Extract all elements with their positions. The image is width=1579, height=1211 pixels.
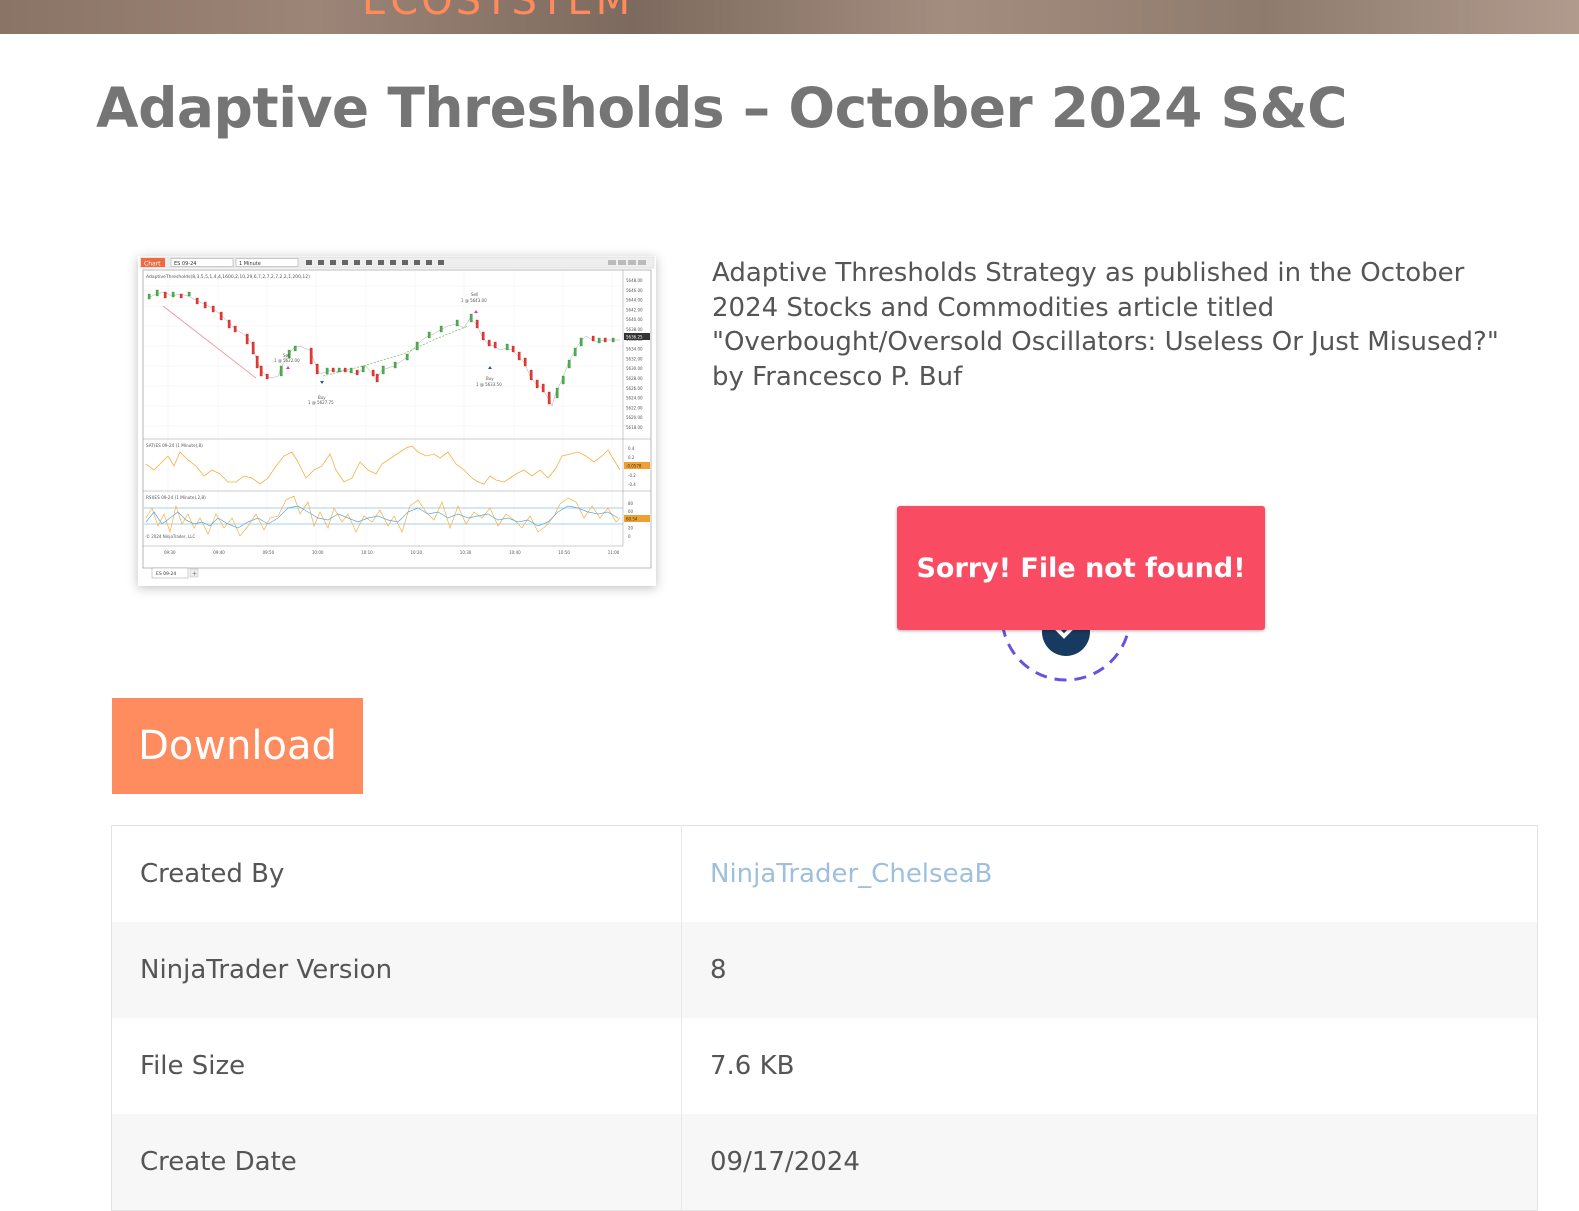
price-panel-label: AdaptiveThresholds(8,3,5,5,1,4,4,1600,2,… bbox=[146, 274, 310, 280]
rsi-axis-tick: 60 bbox=[628, 509, 634, 514]
file-size-label: File Size bbox=[111, 1018, 682, 1114]
price-axis-tick: 5624.00 bbox=[626, 396, 643, 401]
price-axis-tick: 5620.00 bbox=[626, 415, 643, 420]
script-description: Adaptive Thresholds Strategy as publishe… bbox=[712, 258, 1499, 392]
time-axis-tick: 10:20 bbox=[411, 550, 423, 555]
price-axis-tick: 5638.00 bbox=[626, 327, 643, 332]
toast-message: Sorry! File not found! bbox=[916, 552, 1246, 584]
version-label: NinjaTrader Version bbox=[111, 922, 682, 1018]
price-axis-tick: 5626.00 bbox=[626, 386, 643, 391]
rsi-axis-tick: 80 bbox=[628, 501, 634, 506]
download-button[interactable]: Download bbox=[112, 698, 363, 794]
sell-marker-2-value: 1 @ 5643.00 bbox=[461, 298, 487, 303]
chart-screenshot-thumbnail[interactable]: Chart ES 09-24 1 Minute AdaptiveThreshol… bbox=[138, 256, 656, 586]
create-date-label: Create Date bbox=[111, 1114, 682, 1211]
rsi-panel-label: RSI(ES 09-24 (1 Minute),2,8) bbox=[146, 495, 206, 500]
price-axis-tick: 5618.00 bbox=[626, 425, 643, 430]
current-price-marker: 5636.25 bbox=[626, 335, 643, 340]
price-axis-tick: 5634.00 bbox=[626, 347, 643, 352]
time-axis-tick: 10:30 bbox=[460, 550, 472, 555]
site-header-banner: ECOSYSTEM bbox=[0, 0, 1579, 34]
time-axis-tick: 10:10 bbox=[361, 550, 373, 555]
sell-marker-2-label: Sell bbox=[471, 292, 478, 297]
version-value: 8 bbox=[681, 922, 1538, 1018]
sat-current-value: -0.0578 bbox=[626, 464, 642, 469]
svg-text:+: + bbox=[192, 571, 197, 578]
time-axis-tick: 10:00 bbox=[312, 550, 324, 555]
sell-marker-1-value: 1 @ 5622.00 bbox=[274, 358, 300, 363]
time-axis-tick: 09:30 bbox=[164, 550, 176, 555]
price-axis-tick: 5640.00 bbox=[626, 317, 643, 322]
price-axis-tick: 5622.00 bbox=[626, 405, 643, 410]
file-details-table: Created By NinjaTrader_ChelseaB NinjaTra… bbox=[111, 825, 1538, 1211]
buy-marker-2-value: 1 @ 5633.50 bbox=[476, 382, 502, 387]
create-date-value: 09/17/2024 bbox=[681, 1114, 1538, 1211]
price-axis-tick: 5628.00 bbox=[626, 376, 643, 381]
chart-copyright: © 2024 NinjaTrader, LLC bbox=[146, 534, 196, 539]
file-size-value: 7.6 KB bbox=[710, 1051, 795, 1081]
sat-axis-tick: 0.2 bbox=[628, 455, 635, 460]
table-row: Created By NinjaTrader_ChelseaB bbox=[111, 825, 1538, 923]
price-axis-tick: 5646.00 bbox=[626, 288, 643, 293]
sat-axis-tick: -0.2 bbox=[628, 473, 636, 478]
instrument-select: ES 09-24 bbox=[174, 261, 196, 267]
table-row: NinjaTrader Version 8 bbox=[111, 922, 1538, 1018]
buy-marker-2-label: Buy bbox=[486, 376, 494, 381]
author-link[interactable]: NinjaTrader_ChelseaB bbox=[710, 859, 992, 889]
created-by-label: Created By bbox=[111, 825, 682, 922]
buy-marker-1-value: 1 @ 5627.75 bbox=[308, 400, 334, 405]
sat-axis-tick: 0.4 bbox=[628, 446, 635, 451]
chart-tab-label: Chart bbox=[144, 261, 161, 268]
price-axis-tick: 5644.00 bbox=[626, 298, 643, 303]
sat-panel-label: SAT(ES 09-24 (1 Minute),8) bbox=[146, 443, 203, 448]
time-axis-tick: 10:50 bbox=[558, 550, 570, 555]
price-axis-tick: 5630.00 bbox=[626, 366, 643, 371]
rsi-current-value: 60.54 bbox=[626, 517, 638, 522]
table-row: Create Date 09/17/2024 bbox=[111, 1114, 1538, 1211]
time-axis-tick: 09:40 bbox=[213, 550, 225, 555]
file-not-found-toast[interactable]: Sorry! File not found! bbox=[897, 506, 1265, 630]
time-axis-tick: 11:00 bbox=[608, 550, 620, 555]
site-brand-text: ECOSYSTEM bbox=[362, 0, 634, 24]
price-axis-tick: 5648.00 bbox=[626, 278, 643, 283]
time-axis-tick: 09:50 bbox=[263, 550, 275, 555]
instrument-tab: ES 09-24 bbox=[156, 571, 176, 577]
time-axis-tick: 10:40 bbox=[509, 550, 521, 555]
price-axis-tick: 5632.00 bbox=[626, 356, 643, 361]
price-axis-tick: 5642.00 bbox=[626, 307, 643, 312]
page-title: Adaptive Thresholds – October 2024 S&C bbox=[96, 76, 1347, 140]
interval-select: 1 Minute bbox=[239, 261, 261, 267]
download-button-label: Download bbox=[138, 723, 337, 769]
rsi-axis-tick: 20 bbox=[628, 526, 634, 531]
created-by-cell: NinjaTrader_ChelseaB bbox=[682, 826, 1538, 923]
sat-axis-tick: -0.4 bbox=[628, 482, 636, 487]
table-row: File Size 7.6 KB bbox=[111, 1018, 1538, 1114]
